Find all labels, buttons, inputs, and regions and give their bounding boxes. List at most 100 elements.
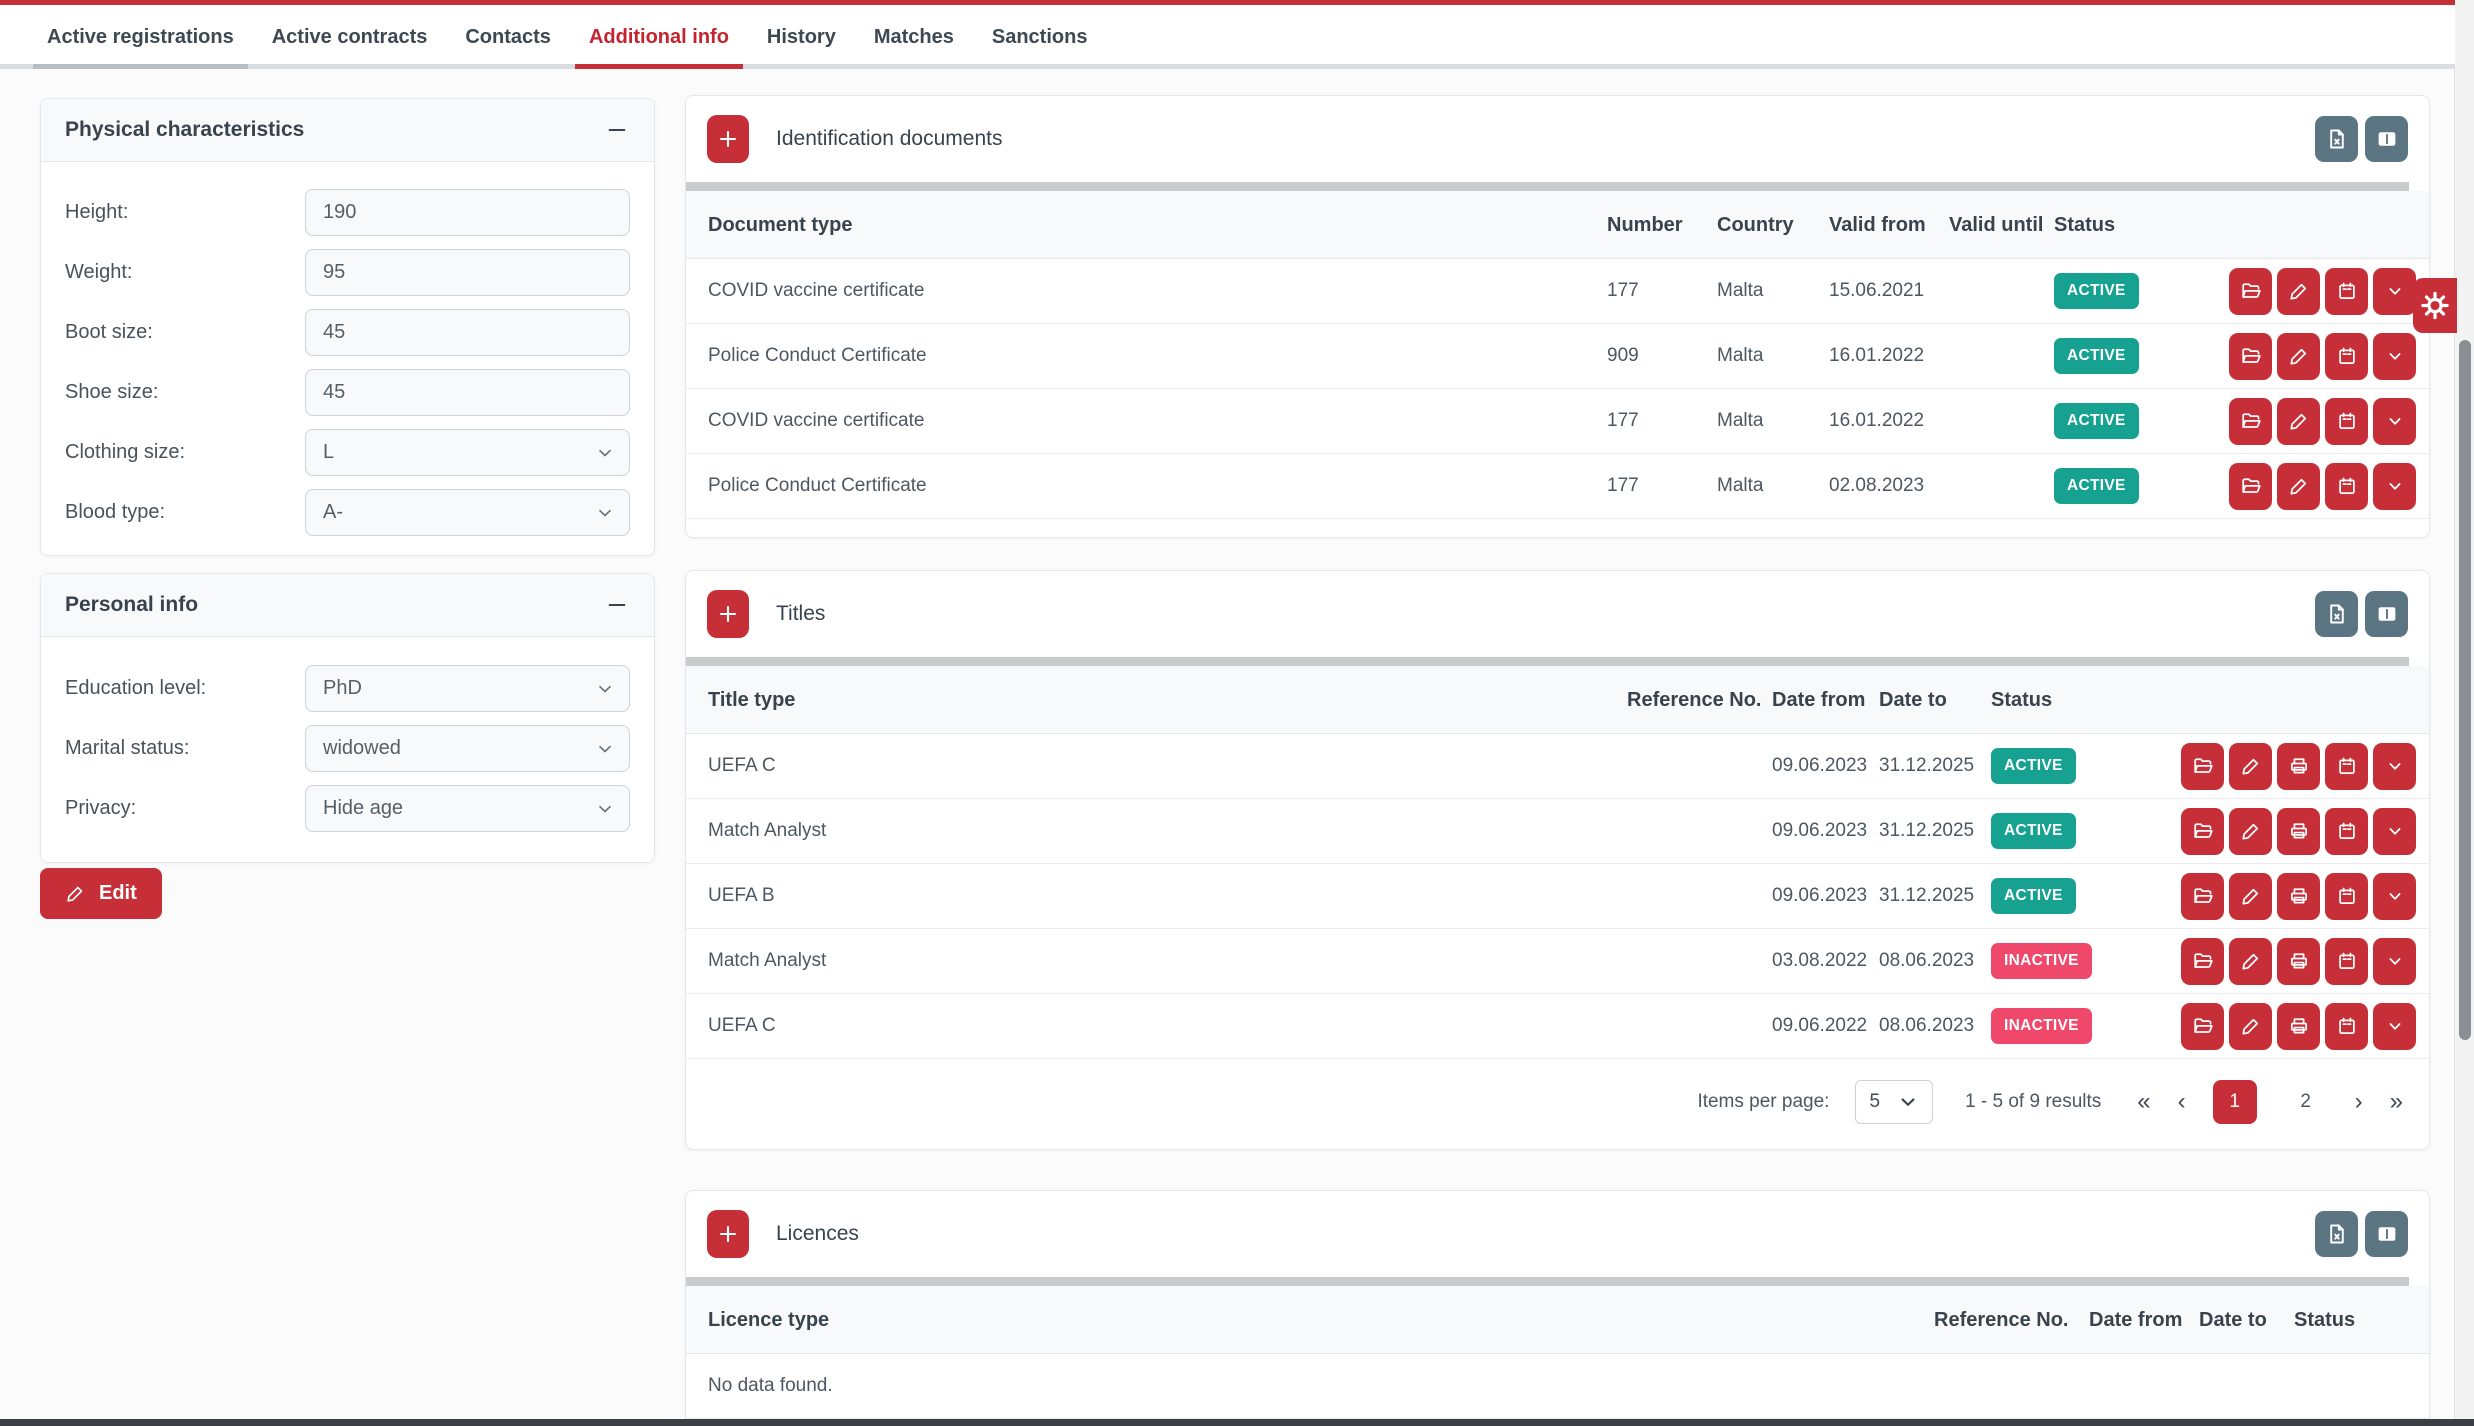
calendar-button[interactable]	[2325, 268, 2368, 315]
expand-button[interactable]	[2373, 333, 2416, 380]
edit-button[interactable]	[2277, 463, 2320, 510]
cell-value: COVID vaccine certificate	[708, 410, 924, 431]
tab-matches[interactable]: Matches	[874, 5, 954, 69]
export-excel-button[interactable]	[2315, 591, 2358, 637]
expand-button[interactable]	[2373, 1003, 2416, 1050]
calendar-button[interactable]	[2325, 743, 2368, 790]
tab-additional-info[interactable]: Additional info	[589, 5, 729, 69]
next-page-button[interactable]: ›	[2355, 1090, 2363, 1114]
tab-label: Sanctions	[992, 26, 1088, 49]
expand-button[interactable]	[2373, 463, 2416, 510]
empty-message: No data found.	[686, 1354, 2429, 1419]
edit-button[interactable]	[2277, 268, 2320, 315]
collapse-button[interactable]	[604, 592, 630, 618]
last-page-button[interactable]: »	[2390, 1090, 2403, 1114]
cell-value: 15.06.2021	[1829, 280, 1924, 301]
input-weight[interactable]: 95	[305, 249, 630, 296]
calendar-button[interactable]	[2325, 1003, 2368, 1050]
input-shoe-size[interactable]: 45	[305, 369, 630, 416]
open-folder-button[interactable]	[2229, 398, 2272, 445]
field-row: Marital status:widowed	[65, 725, 630, 772]
section-header: Identification documents	[686, 96, 2429, 180]
previous-page-button[interactable]: ‹	[2178, 1090, 2186, 1114]
calendar-button[interactable]	[2325, 808, 2368, 855]
print-button[interactable]	[2277, 743, 2320, 790]
open-folder-button[interactable]	[2229, 463, 2272, 510]
add-identification-document-button[interactable]	[707, 115, 749, 163]
tab-contacts[interactable]: Contacts	[465, 5, 551, 69]
open-folder-button[interactable]	[2181, 873, 2224, 920]
edit-button[interactable]	[2229, 743, 2272, 790]
add-title-button[interactable]	[707, 590, 749, 638]
calendar-button[interactable]	[2325, 463, 2368, 510]
select-privacy[interactable]: Hide age	[305, 785, 630, 832]
column-header: Country	[1717, 191, 1829, 259]
open-folder-button[interactable]	[2181, 743, 2224, 790]
page-1-button[interactable]: 1	[2213, 1080, 2257, 1124]
tab-sanctions[interactable]: Sanctions	[992, 5, 1088, 69]
expand-button[interactable]	[2373, 268, 2416, 315]
edit-button[interactable]	[2229, 1003, 2272, 1050]
valid-from-cell: 15.06.2021	[1829, 259, 1949, 324]
edit-button[interactable]	[2277, 398, 2320, 445]
expand-button[interactable]	[2373, 743, 2416, 790]
expand-button[interactable]	[2373, 938, 2416, 985]
table-scrollbar[interactable]	[686, 657, 2409, 666]
calendar-button[interactable]	[2325, 398, 2368, 445]
page-scrollbar-thumb[interactable]	[2459, 340, 2471, 1040]
export-excel-button[interactable]	[2315, 116, 2358, 162]
open-folder-button[interactable]	[2181, 1003, 2224, 1050]
country-cell: Malta	[1717, 389, 1829, 454]
table-scrollbar[interactable]	[686, 182, 2409, 191]
expand-button[interactable]	[2373, 398, 2416, 445]
date-to-cell: 31.12.2025	[1879, 864, 1991, 929]
settings-button[interactable]	[2413, 278, 2457, 333]
open-folder-button[interactable]	[2229, 333, 2272, 380]
edit-button[interactable]	[2229, 808, 2272, 855]
print-button[interactable]	[2277, 938, 2320, 985]
toggle-columns-button[interactable]	[2365, 116, 2408, 162]
add-licence-button[interactable]	[707, 1210, 749, 1258]
calendar-button[interactable]	[2325, 938, 2368, 985]
status-cell: INACTIVE	[1991, 994, 2141, 1059]
print-button[interactable]	[2277, 1003, 2320, 1050]
reference-no-cell	[1627, 994, 1772, 1059]
select-education-level[interactable]: PhD	[305, 665, 630, 712]
edit-button[interactable]	[2277, 333, 2320, 380]
calendar-icon	[2336, 950, 2358, 972]
select-clothing-size[interactable]: L	[305, 429, 630, 476]
tab-active-registrations[interactable]: Active registrations	[47, 5, 234, 69]
calendar-button[interactable]	[2325, 873, 2368, 920]
number-cell: 177	[1607, 259, 1717, 324]
collapse-button[interactable]	[604, 117, 630, 143]
expand-button[interactable]	[2373, 808, 2416, 855]
edit-button[interactable]: Edit	[40, 868, 162, 919]
toggle-columns-button[interactable]	[2365, 1211, 2408, 1257]
calendar-button[interactable]	[2325, 333, 2368, 380]
identification-documents-section: Identification documents Document typeNu…	[685, 95, 2430, 538]
input-height[interactable]: 190	[305, 189, 630, 236]
tab-active-contracts[interactable]: Active contracts	[272, 5, 428, 69]
cell-value: 09.06.2023	[1772, 820, 1867, 841]
print-button[interactable]	[2277, 873, 2320, 920]
tab-history[interactable]: History	[767, 5, 836, 69]
edit-button[interactable]	[2229, 873, 2272, 920]
page-2-button[interactable]: 2	[2284, 1080, 2328, 1124]
print-button[interactable]	[2277, 808, 2320, 855]
titles-grid: Title typeReference No.Date fromDate toS…	[686, 666, 2429, 1059]
select-blood-type[interactable]: A-	[305, 489, 630, 536]
first-page-button[interactable]: «	[2137, 1090, 2150, 1114]
open-folder-button[interactable]	[2229, 268, 2272, 315]
page-scrollbar-track[interactable]	[2454, 0, 2474, 1426]
expand-button[interactable]	[2373, 873, 2416, 920]
select-marital-status[interactable]: widowed	[305, 725, 630, 772]
table-scrollbar[interactable]	[686, 1277, 2409, 1286]
open-folder-button[interactable]	[2181, 808, 2224, 855]
edit-button[interactable]	[2229, 938, 2272, 985]
open-folder-button[interactable]	[2181, 938, 2224, 985]
field-row: Height:190	[65, 189, 630, 236]
toggle-columns-button[interactable]	[2365, 591, 2408, 637]
input-boot-size[interactable]: 45	[305, 309, 630, 356]
page-size-select[interactable]: 5	[1855, 1080, 1933, 1124]
export-excel-button[interactable]	[2315, 1211, 2358, 1257]
